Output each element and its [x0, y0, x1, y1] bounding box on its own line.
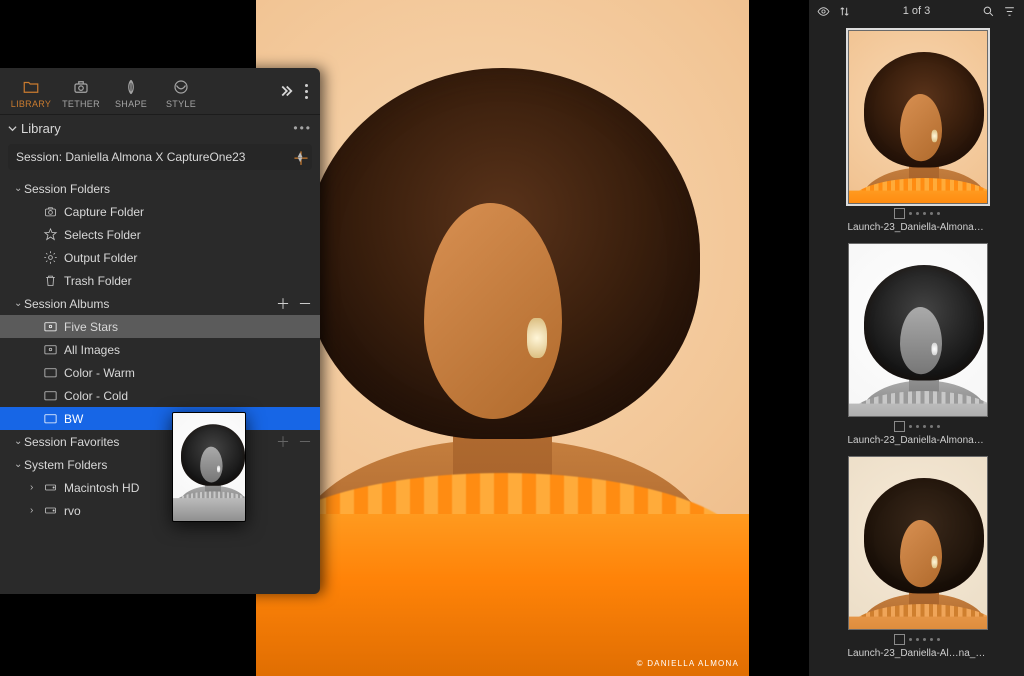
main-image: © DANIELLA ALMONA [256, 0, 749, 676]
folder-capture[interactable]: Capture Folder [0, 200, 320, 223]
library-more-icon[interactable]: ••• [293, 121, 312, 135]
rating-dots[interactable] [848, 634, 986, 645]
thumbnail-browser: 1 of 3 Launch-23_Daniella-Almona_Shoot_0… [809, 0, 1024, 676]
folder-rvo[interactable]: › rvo [0, 499, 320, 522]
gear-icon [42, 250, 58, 266]
search-icon[interactable] [982, 5, 995, 18]
camera-icon [42, 204, 58, 220]
album-five-stars[interactable]: Five Stars [0, 315, 320, 338]
thumbnail-filename: Launch-23_Daniella-Almona_Shoot_02_BW.jp… [848, 435, 986, 446]
add-favorite-button[interactable]: ＋ [276, 432, 290, 452]
album-color-cold[interactable]: Color - Cold [0, 384, 320, 407]
chevron-down-icon [8, 124, 17, 133]
folder-macintosh-hd[interactable]: › Macintosh HD [0, 476, 320, 499]
album-bw[interactable]: BW [0, 407, 320, 430]
filter-icon[interactable] [1003, 5, 1016, 18]
updown-icon: ▲▼ [296, 152, 304, 162]
smart-album-icon [42, 319, 58, 335]
drive-icon [42, 503, 58, 519]
eye-icon[interactable] [817, 5, 830, 18]
library-panel: LIBRARY TETHER SHAPE STYLE Library ••• S… [0, 68, 320, 594]
folder-output[interactable]: Output Folder [0, 246, 320, 269]
album-color-warm[interactable]: Color - Warm [0, 361, 320, 384]
thumbnail-1[interactable]: Launch-23_Daniella-Almona_Shoot_02.jpg [848, 30, 986, 233]
session-selector[interactable]: Session: Daniella Almona X CaptureOne23 … [8, 144, 312, 170]
tab-style[interactable]: STYLE [156, 74, 206, 109]
thumbnail-filename: Launch-23_Daniella-Al…na_Shoot_02_COLD.j… [848, 648, 986, 659]
tab-tether[interactable]: TETHER [56, 74, 106, 109]
tab-library[interactable]: LIBRARY [6, 74, 56, 109]
remove-favorite-button[interactable]: － [298, 432, 312, 452]
rating-dots[interactable] [848, 208, 986, 219]
remove-album-button[interactable]: － [298, 294, 312, 314]
star-icon [42, 227, 58, 243]
expand-icon[interactable] [277, 82, 295, 100]
album-icon [42, 388, 58, 404]
tab-shape[interactable]: SHAPE [106, 74, 156, 109]
image-viewer[interactable]: © DANIELLA ALMONA [256, 0, 749, 676]
trash-icon [42, 273, 58, 289]
thumbnail-filename: Launch-23_Daniella-Almona_Shoot_02.jpg [848, 222, 986, 233]
library-heading-row[interactable]: Library ••• [0, 115, 320, 141]
image-credit: © DANIELLA ALMONA [637, 659, 739, 668]
rating-dots[interactable] [848, 421, 986, 432]
folder-selects[interactable]: Selects Folder [0, 223, 320, 246]
group-session-albums[interactable]: ⌄ Session Albums ＋－ [0, 292, 320, 315]
thumbnail-3[interactable]: Launch-23_Daniella-Al…na_Shoot_02_COLD.j… [848, 456, 986, 659]
sort-icon[interactable] [838, 5, 851, 18]
library-heading: Library [21, 121, 293, 136]
drive-icon [42, 480, 58, 496]
folder-trash[interactable]: Trash Folder [0, 269, 320, 292]
browser-count: 1 of 3 [851, 5, 982, 17]
group-session-favorites[interactable]: ⌄ Session Favorites ＋－ [0, 430, 320, 453]
add-album-button[interactable]: ＋ [276, 294, 290, 314]
album-icon [42, 365, 58, 381]
tool-tabs: LIBRARY TETHER SHAPE STYLE [0, 68, 320, 115]
group-system-folders[interactable]: ⌄ System Folders [0, 453, 320, 476]
kebab-menu-icon[interactable] [305, 84, 308, 99]
browser-header: 1 of 3 [809, 0, 1024, 22]
album-icon [42, 411, 58, 427]
smart-album-icon [42, 342, 58, 358]
album-all-images[interactable]: All Images [0, 338, 320, 361]
thumbnail-2[interactable]: Launch-23_Daniella-Almona_Shoot_02_BW.jp… [848, 243, 986, 446]
group-session-folders[interactable]: ⌄ Session Folders [0, 177, 320, 200]
library-tree: ⌄ Session Folders Capture Folder Selects… [0, 173, 320, 528]
